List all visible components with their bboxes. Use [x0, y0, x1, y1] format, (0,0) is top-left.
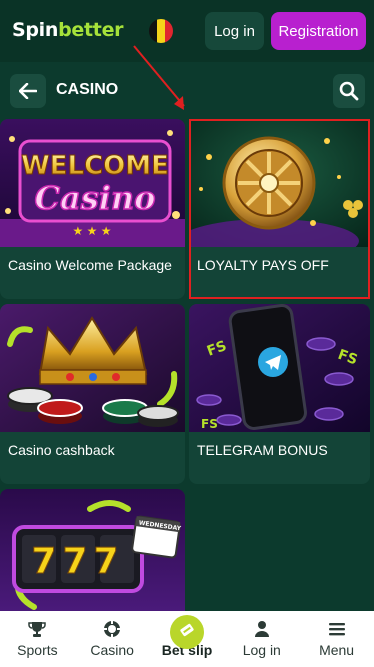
- loyalty-wheel-image: [189, 119, 370, 247]
- menu-icon: [328, 623, 345, 636]
- fs-badge-bottom: FS: [201, 417, 218, 431]
- section-bar: CASINO: [0, 62, 374, 118]
- slot-777-image: 777 WEDNESDAY: [0, 489, 185, 611]
- page-title: CASINO: [56, 81, 119, 98]
- search-icon: [339, 81, 359, 101]
- ticket-icon: [169, 615, 204, 649]
- promo-card-loyalty[interactable]: LOYALTY PAYS OFF: [189, 119, 370, 299]
- promo-card-cashback[interactable]: Casino cashback: [0, 304, 185, 484]
- nav-label: Casino: [90, 642, 134, 658]
- arrow-left-icon: [19, 83, 37, 99]
- belgium-flag-icon[interactable]: [149, 19, 173, 43]
- svg-text:★ ★ ★: ★ ★ ★: [73, 224, 112, 238]
- back-button[interactable]: [10, 74, 46, 108]
- nav-menu[interactable]: Menu: [299, 611, 374, 667]
- nav-label: Menu: [319, 642, 355, 658]
- logo-text-better: better: [58, 19, 124, 41]
- telegram-phone-image: FS FS FS: [189, 304, 370, 432]
- promo-card-welcome[interactable]: WELCOME Casino ★ ★ ★ Casino Welcome Pack…: [0, 119, 185, 299]
- nav-sports[interactable]: Sports: [0, 611, 75, 667]
- slot-777-text: 777: [31, 541, 124, 582]
- chip-icon: [104, 621, 121, 637]
- logo-text-spin: Spin: [12, 19, 59, 41]
- welcome-art-text: WELCOME: [21, 151, 169, 181]
- promo-card-telegram[interactable]: FS FS FS TELEGRAM BONUS: [189, 304, 370, 484]
- card-caption: Casino cashback: [8, 442, 115, 458]
- card-caption: Casino Welcome Package: [8, 257, 172, 273]
- nav-label: Sports: [17, 642, 58, 658]
- nav-casino[interactable]: Casino: [75, 611, 150, 667]
- nav-login[interactable]: Log in: [224, 611, 299, 667]
- card-caption: TELEGRAM BONUS: [197, 442, 328, 458]
- nav-bet-slip[interactable]: Bet slip: [150, 611, 225, 667]
- cashback-crown-image: [0, 304, 185, 432]
- nav-label: Log in: [242, 642, 281, 658]
- card-caption: LOYALTY PAYS OFF: [197, 257, 329, 273]
- registration-button[interactable]: Registration: [271, 12, 366, 50]
- trophy-icon: [28, 622, 47, 637]
- search-button[interactable]: [333, 74, 365, 108]
- top-header: Spinbetter Log in Registration: [0, 0, 374, 62]
- promo-card-slot[interactable]: 777 WEDNESDAY: [0, 489, 185, 611]
- welcome-casino-image: WELCOME Casino ★ ★ ★: [0, 119, 185, 247]
- bottom-nav: Sports Casino Bet slip Log in Menu: [0, 611, 374, 667]
- spinbetter-logo[interactable]: Spinbetter: [12, 19, 124, 41]
- casino-art-text: Casino: [35, 179, 156, 217]
- user-icon: [254, 621, 269, 637]
- login-button[interactable]: Log in: [205, 12, 264, 50]
